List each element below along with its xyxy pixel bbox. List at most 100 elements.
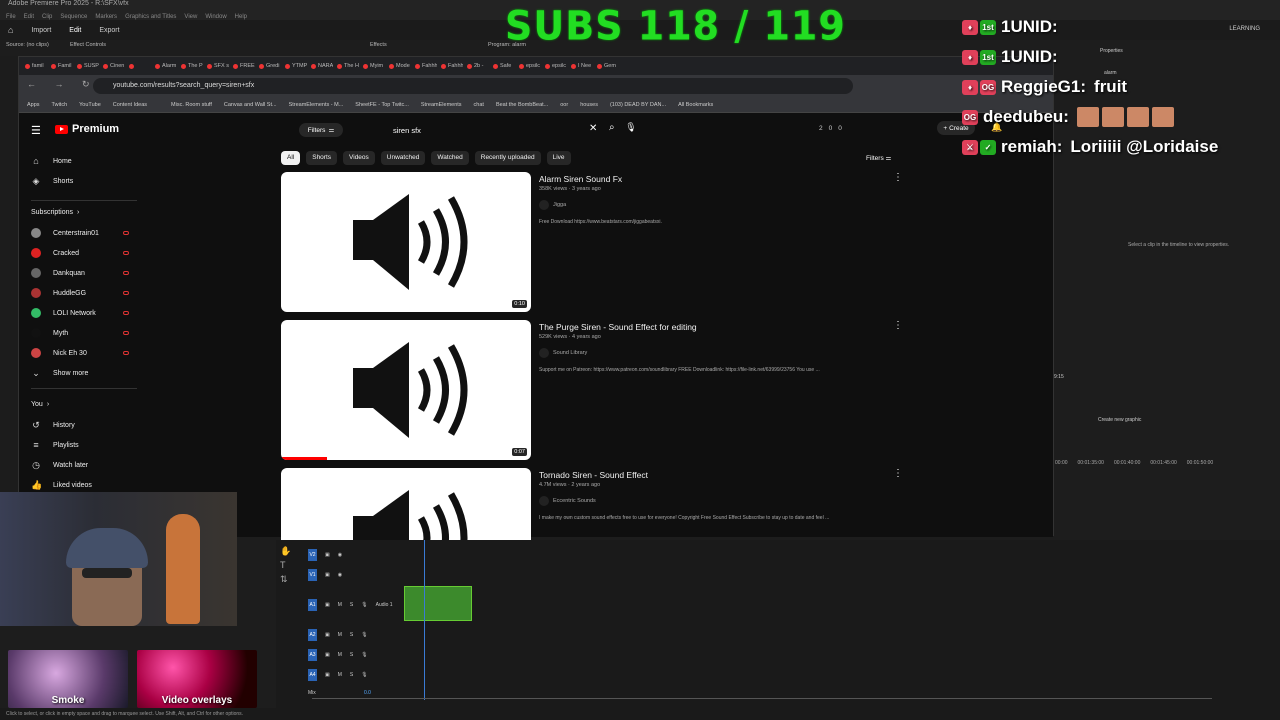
video-title[interactable]: Alarm Siren Sound Fx (539, 174, 622, 184)
sidebar-item-history[interactable]: ↺ History (31, 420, 137, 430)
create-new-graphic-button[interactable]: Create new graphic (1098, 417, 1141, 423)
video-title[interactable]: The Purge Siren - Sound Effect for editi… (539, 322, 697, 332)
bookmark-item[interactable]: SheetFE - Top Twitc... (355, 102, 409, 108)
effect-tile-video-overlays[interactable]: Video overlays (137, 650, 257, 708)
browser-tab[interactable]: 2b - (467, 63, 489, 69)
track-header[interactable]: V2 ▣ ◉ (308, 548, 342, 562)
bookmark-item[interactable]: oor (560, 102, 568, 108)
eye-icon[interactable]: ◉ (338, 572, 342, 578)
microphone-icon[interactable]: 🎙 (625, 122, 637, 134)
workspace-label[interactable]: LEARNING (1229, 26, 1260, 32)
eye-icon[interactable]: ◉ (338, 552, 342, 558)
track-label[interactable]: A2 (308, 629, 317, 641)
effect-tile-smoke[interactable]: Smoke (8, 650, 128, 708)
bookmark-item[interactable]: YouTube (79, 102, 101, 108)
lock-icon[interactable]: ▣ (325, 672, 330, 678)
video-title[interactable]: Tornado Siren - Sound Effect (539, 470, 648, 480)
video-channel[interactable]: Jigga (539, 200, 566, 210)
video-result[interactable]: 0:07 The Purge Siren - Sound Effect for e… (281, 320, 911, 460)
chip-watched[interactable]: Watched (431, 151, 469, 165)
bookmark-item[interactable]: Beat the BombBeat... (496, 102, 548, 108)
lock-icon[interactable]: ▣ (325, 652, 330, 658)
lock-icon[interactable]: ▣ (325, 552, 330, 558)
browser-tab[interactable]: Cinen (103, 63, 125, 69)
chip-recently-uploaded[interactable]: Recently uploaded (474, 151, 541, 165)
browser-tab[interactable]: Gem (597, 63, 619, 69)
track-label[interactable]: A3 (308, 649, 317, 661)
bookmark-item[interactable]: Canvas and Wall St... (224, 102, 277, 108)
bookmark-item[interactable]: Apps (27, 102, 40, 108)
source-panel-tab[interactable]: Source: (no clips) (6, 42, 49, 52)
lock-icon[interactable]: ▣ (325, 632, 330, 638)
home-icon[interactable]: ⌂ (8, 25, 13, 35)
tab-import[interactable]: Import (31, 27, 51, 34)
bookmark-item[interactable]: All Bookmarks (678, 102, 713, 108)
browser-tab[interactable]: Fahhh (415, 63, 437, 69)
sidebar-item-playlists[interactable]: ≡ Playlists (31, 440, 137, 450)
video-result[interactable]: 0:10 Alarm Siren Sound Fx 358K views · 3 y… (281, 172, 911, 312)
bookmark-item[interactable]: Twitch (52, 102, 68, 108)
bookmark-item[interactable]: StreamElements (421, 102, 462, 108)
browser-tab[interactable]: epsilc (519, 63, 541, 69)
mic-icon[interactable]: 🎙 (361, 652, 367, 658)
sidebar-sub-item[interactable]: HuddleGG (31, 288, 137, 298)
browser-tab[interactable]: The P (181, 63, 203, 69)
browser-tab[interactable]: Mode (389, 63, 411, 69)
solo-icon[interactable]: S (350, 632, 353, 638)
lock-icon[interactable]: ▣ (325, 572, 330, 578)
timeline-scrollbar[interactable] (312, 698, 1212, 699)
browser-tab[interactable]: Fahhh (441, 63, 463, 69)
video-thumbnail[interactable]: 0:10 (281, 172, 531, 312)
browser-tab[interactable]: NARA (311, 63, 333, 69)
tab-export[interactable]: Export (99, 27, 119, 34)
video-channel[interactable]: Sound Library (539, 348, 587, 358)
browser-tab[interactable]: The H (337, 63, 359, 69)
browser-tab[interactable] (129, 63, 151, 69)
effect-controls-tab[interactable]: Effect Controls (70, 42, 106, 52)
browser-tab[interactable]: Gredi (259, 63, 281, 69)
search-input[interactable]: siren sfx (393, 126, 421, 135)
bookmark-item[interactable]: Misc. Room stuff (171, 102, 212, 108)
bookmark-item[interactable]: StreamElements - M... (289, 102, 344, 108)
properties-tab[interactable]: Properties (1100, 48, 1123, 54)
clear-search-icon[interactable]: ✕ (589, 123, 597, 134)
menu-icon[interactable]: ☰ (31, 124, 41, 137)
lock-icon[interactable]: ▣ (325, 602, 330, 608)
sidebar-item-home[interactable]: ⌂ Home (31, 156, 137, 166)
mute-icon[interactable]: M (338, 672, 342, 678)
sidebar-sub-item[interactable]: Centerstrain01 (31, 228, 137, 238)
sidebar-sub-item[interactable]: LOLI Network (31, 308, 137, 318)
sidebar-subscriptions-header[interactable]: Subscriptions › (31, 209, 137, 216)
sidebar-item-shorts[interactable]: ◈ Shorts (31, 176, 137, 186)
track-label[interactable]: A1 (308, 599, 317, 611)
browser-tab[interactable]: Famil (51, 63, 73, 69)
sidebar-sub-item[interactable]: Cracked (31, 248, 137, 258)
mic-icon[interactable]: 🎙 (361, 632, 367, 638)
chip-videos[interactable]: Videos (343, 151, 375, 165)
browser-tab[interactable]: Safe (493, 63, 515, 69)
tab-edit[interactable]: Edit (69, 27, 81, 34)
sidebar-sub-item[interactable]: Nick Eh 30 (31, 348, 137, 358)
effects-panel-tab[interactable]: Effects (370, 42, 387, 52)
track-label[interactable]: V2 (308, 549, 317, 561)
bookmark-item[interactable]: Content Ideas (113, 102, 147, 108)
solo-icon[interactable]: S (350, 602, 353, 608)
url-field[interactable]: youtube.com/results?search_query=siren+s… (93, 78, 853, 94)
bookmark-item[interactable]: chat (474, 102, 484, 108)
track-header[interactable]: A2 ▣ M S 🎙 (308, 628, 368, 642)
bookmark-item[interactable]: (103) DEAD BY DAN... (610, 102, 666, 108)
browser-tab[interactable]: SFX s (207, 63, 229, 69)
video-thumbnail[interactable]: 0:07 (281, 320, 531, 460)
more-options-icon[interactable]: ⋮ (893, 468, 903, 479)
sidebar-item-liked[interactable]: 👍 Liked videos (31, 480, 137, 490)
track-label[interactable]: A4 (308, 669, 317, 681)
solo-icon[interactable]: S (350, 672, 353, 678)
sidebar-sub-item[interactable]: Myth (31, 328, 137, 338)
sidebar-item-watch-later[interactable]: ◷ Watch later (31, 460, 137, 470)
search-icon[interactable]: ⌕ (609, 122, 615, 133)
more-options-icon[interactable]: ⋮ (893, 172, 903, 183)
filters-button[interactable]: Filters ⚌ (866, 154, 891, 162)
sidebar-you-header[interactable]: You › (31, 401, 137, 408)
track-header[interactable]: A4 ▣ M S 🎙 (308, 668, 368, 682)
chip-live[interactable]: Live (546, 151, 571, 165)
